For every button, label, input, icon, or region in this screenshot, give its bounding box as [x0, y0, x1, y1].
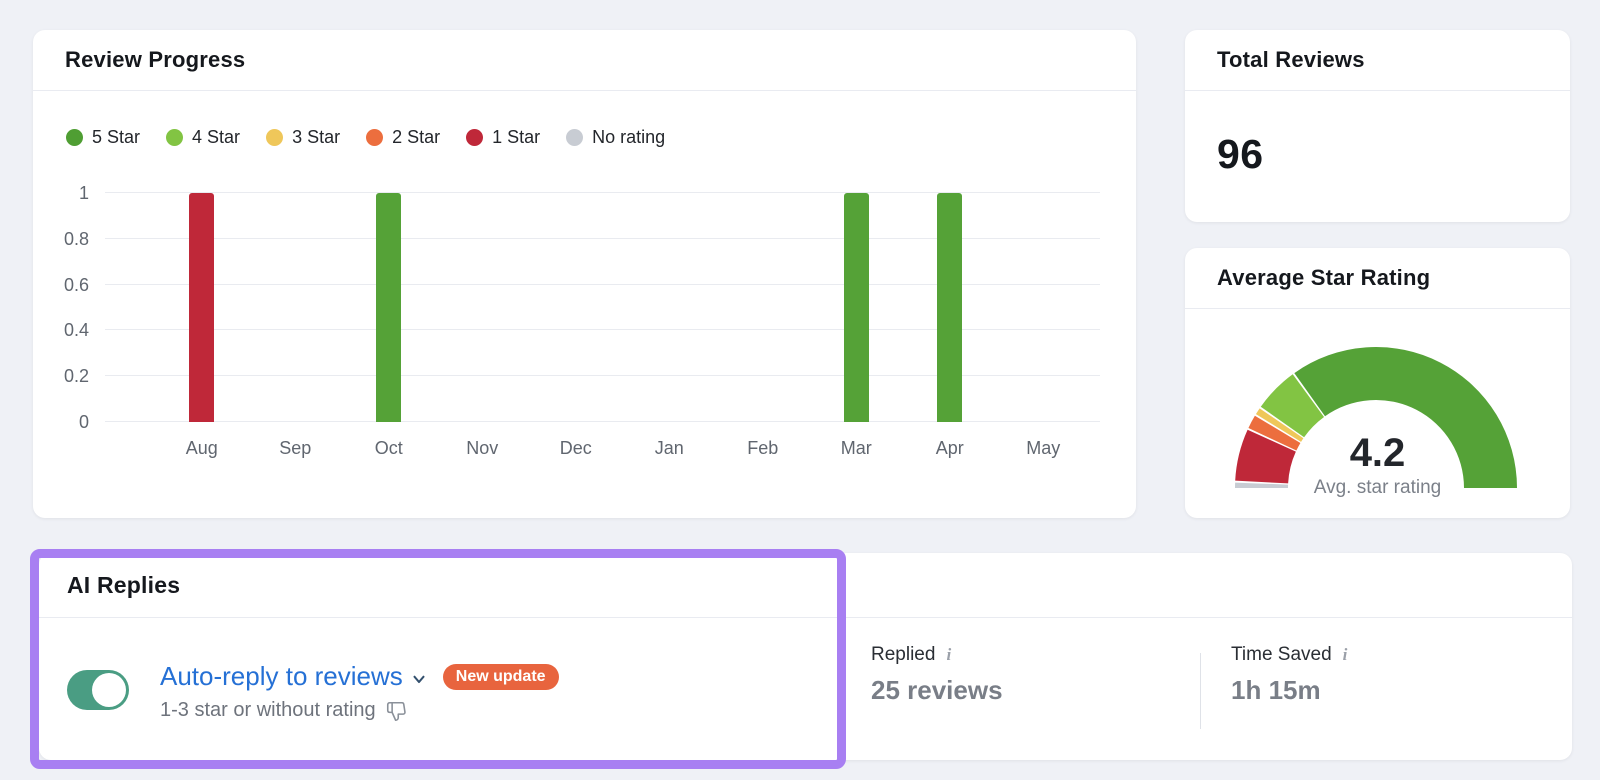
toggle-knob — [92, 673, 126, 707]
chevron-down-icon — [410, 670, 428, 688]
replied-value: 25 reviews — [871, 675, 1003, 706]
bar-aug-1-star[interactable] — [189, 193, 214, 422]
x-tick-label-sep: Sep — [249, 438, 343, 459]
gauge-value: 4.2 — [1185, 431, 1570, 476]
bar-apr-5-star[interactable] — [937, 193, 962, 422]
auto-reply-text-block: Auto-reply to reviews New update 1-3 sta… — [160, 661, 559, 722]
legend-item-2-star[interactable]: 2 Star — [366, 127, 440, 148]
auto-reply-toggle[interactable] — [67, 670, 129, 710]
legend-label: 1 Star — [492, 127, 540, 148]
review-progress-chart: 00.20.40.60.81 AugSepOctNovDecJanFebMarA… — [33, 193, 1136, 459]
info-icon[interactable]: i — [946, 644, 951, 666]
bar-column-nov — [436, 193, 530, 422]
legend-item-4-star[interactable]: 4 Star — [166, 127, 240, 148]
legend-label: 3 Star — [292, 127, 340, 148]
legend-item-5-star[interactable]: 5 Star — [66, 127, 140, 148]
review-progress-card: Review Progress 5 Star 4 Star 3 Star 2 Star… — [33, 30, 1136, 518]
reviews-dashboard: Review Progress 5 Star 4 Star 3 Star 2 Star… — [0, 0, 1600, 780]
legend-label: 4 Star — [192, 127, 240, 148]
y-axis: 00.20.40.60.81 — [33, 193, 105, 422]
auto-reply-subtitle: 1-3 star or without rating — [160, 699, 376, 722]
x-tick-label-nov: Nov — [436, 438, 530, 459]
x-tick-label-oct: Oct — [342, 438, 436, 459]
x-tick-label-apr: Apr — [903, 438, 997, 459]
y-tick-label: 0.8 — [64, 229, 89, 249]
ai-replies-header: AI Replies — [39, 553, 1572, 618]
x-tick-label-aug: Aug — [155, 438, 249, 459]
legend-dot-3-star — [266, 129, 283, 146]
legend-dot-2-star — [366, 129, 383, 146]
legend-label: No rating — [592, 127, 665, 148]
x-tick-label-dec: Dec — [529, 438, 623, 459]
legend-dot-4-star — [166, 129, 183, 146]
bar-column-feb — [716, 193, 810, 422]
replied-label: Replied — [871, 644, 935, 666]
legend-dot-1-star — [466, 129, 483, 146]
legend-label: 5 Star — [92, 127, 140, 148]
y-tick-label: 1 — [79, 183, 89, 203]
legend-label: 2 Star — [392, 127, 440, 148]
time-saved-label: Time Saved — [1231, 644, 1332, 666]
x-tick-label-jan: Jan — [623, 438, 717, 459]
legend-item-3-star[interactable]: 3 Star — [266, 127, 340, 148]
x-tick-label-may: May — [997, 438, 1091, 459]
y-tick-label: 0.2 — [64, 366, 89, 386]
review-progress-header: Review Progress — [33, 30, 1136, 91]
new-update-badge: New update — [443, 664, 559, 690]
stats-divider — [1200, 653, 1201, 729]
y-tick-label: 0.6 — [64, 275, 89, 295]
bar-column-jan — [623, 193, 717, 422]
bar-column-aug — [155, 193, 249, 422]
x-axis: AugSepOctNovDecJanFebMarAprMay — [105, 438, 1100, 459]
bar-column-oct — [342, 193, 436, 422]
y-tick-label: 0.4 — [64, 320, 89, 340]
bar-column-mar — [810, 193, 904, 422]
review-progress-title: Review Progress — [65, 47, 245, 73]
gauge-caption: Avg. star rating — [1185, 477, 1570, 499]
y-tick-label: 0 — [79, 412, 89, 432]
time-saved-stat: Time Saved i 1h 15m — [1231, 644, 1347, 706]
legend-dot-5-star — [66, 129, 83, 146]
average-star-rating-title: Average Star Rating — [1217, 265, 1430, 291]
bar-column-sep — [249, 193, 343, 422]
total-reviews-card: Total Reviews 96 — [1185, 30, 1570, 222]
legend-dot-no-rating — [566, 129, 583, 146]
x-tick-label-mar: Mar — [810, 438, 904, 459]
legend-item-no-rating[interactable]: No rating — [566, 127, 665, 148]
ai-replies-content: Auto-reply to reviews New update 1-3 sta… — [39, 618, 1572, 761]
ai-replies-title: AI Replies — [67, 572, 180, 599]
total-reviews-header: Total Reviews — [1185, 30, 1570, 91]
chart-legend: 5 Star 4 Star 3 Star 2 Star 1 Star No rating — [33, 127, 1136, 147]
bar-oct-5-star[interactable] — [376, 193, 401, 422]
x-tick-label-feb: Feb — [716, 438, 810, 459]
total-reviews-value: 96 — [1185, 91, 1570, 178]
auto-reply-link[interactable]: Auto-reply to reviews — [160, 661, 403, 692]
bar-column-may — [997, 193, 1091, 422]
average-star-rating-header: Average Star Rating — [1185, 248, 1570, 309]
legend-item-1-star[interactable]: 1 Star — [466, 127, 540, 148]
info-icon[interactable]: i — [1343, 644, 1348, 666]
total-reviews-title: Total Reviews — [1217, 47, 1365, 73]
plot-area — [105, 193, 1100, 422]
bar-mar-5-star[interactable] — [844, 193, 869, 422]
ai-replies-card: AI Replies Auto-reply to reviews New upd… — [39, 553, 1572, 760]
rating-gauge: 4.2 Avg. star rating — [1185, 309, 1570, 519]
bar-column-apr — [903, 193, 997, 422]
replied-stat: Replied i 25 reviews — [871, 644, 1003, 706]
bar-column-dec — [529, 193, 623, 422]
average-star-rating-card: Average Star Rating 4.2 Avg. star rating — [1185, 248, 1570, 518]
thumbs-down-icon[interactable] — [386, 701, 407, 722]
time-saved-value: 1h 15m — [1231, 675, 1347, 706]
